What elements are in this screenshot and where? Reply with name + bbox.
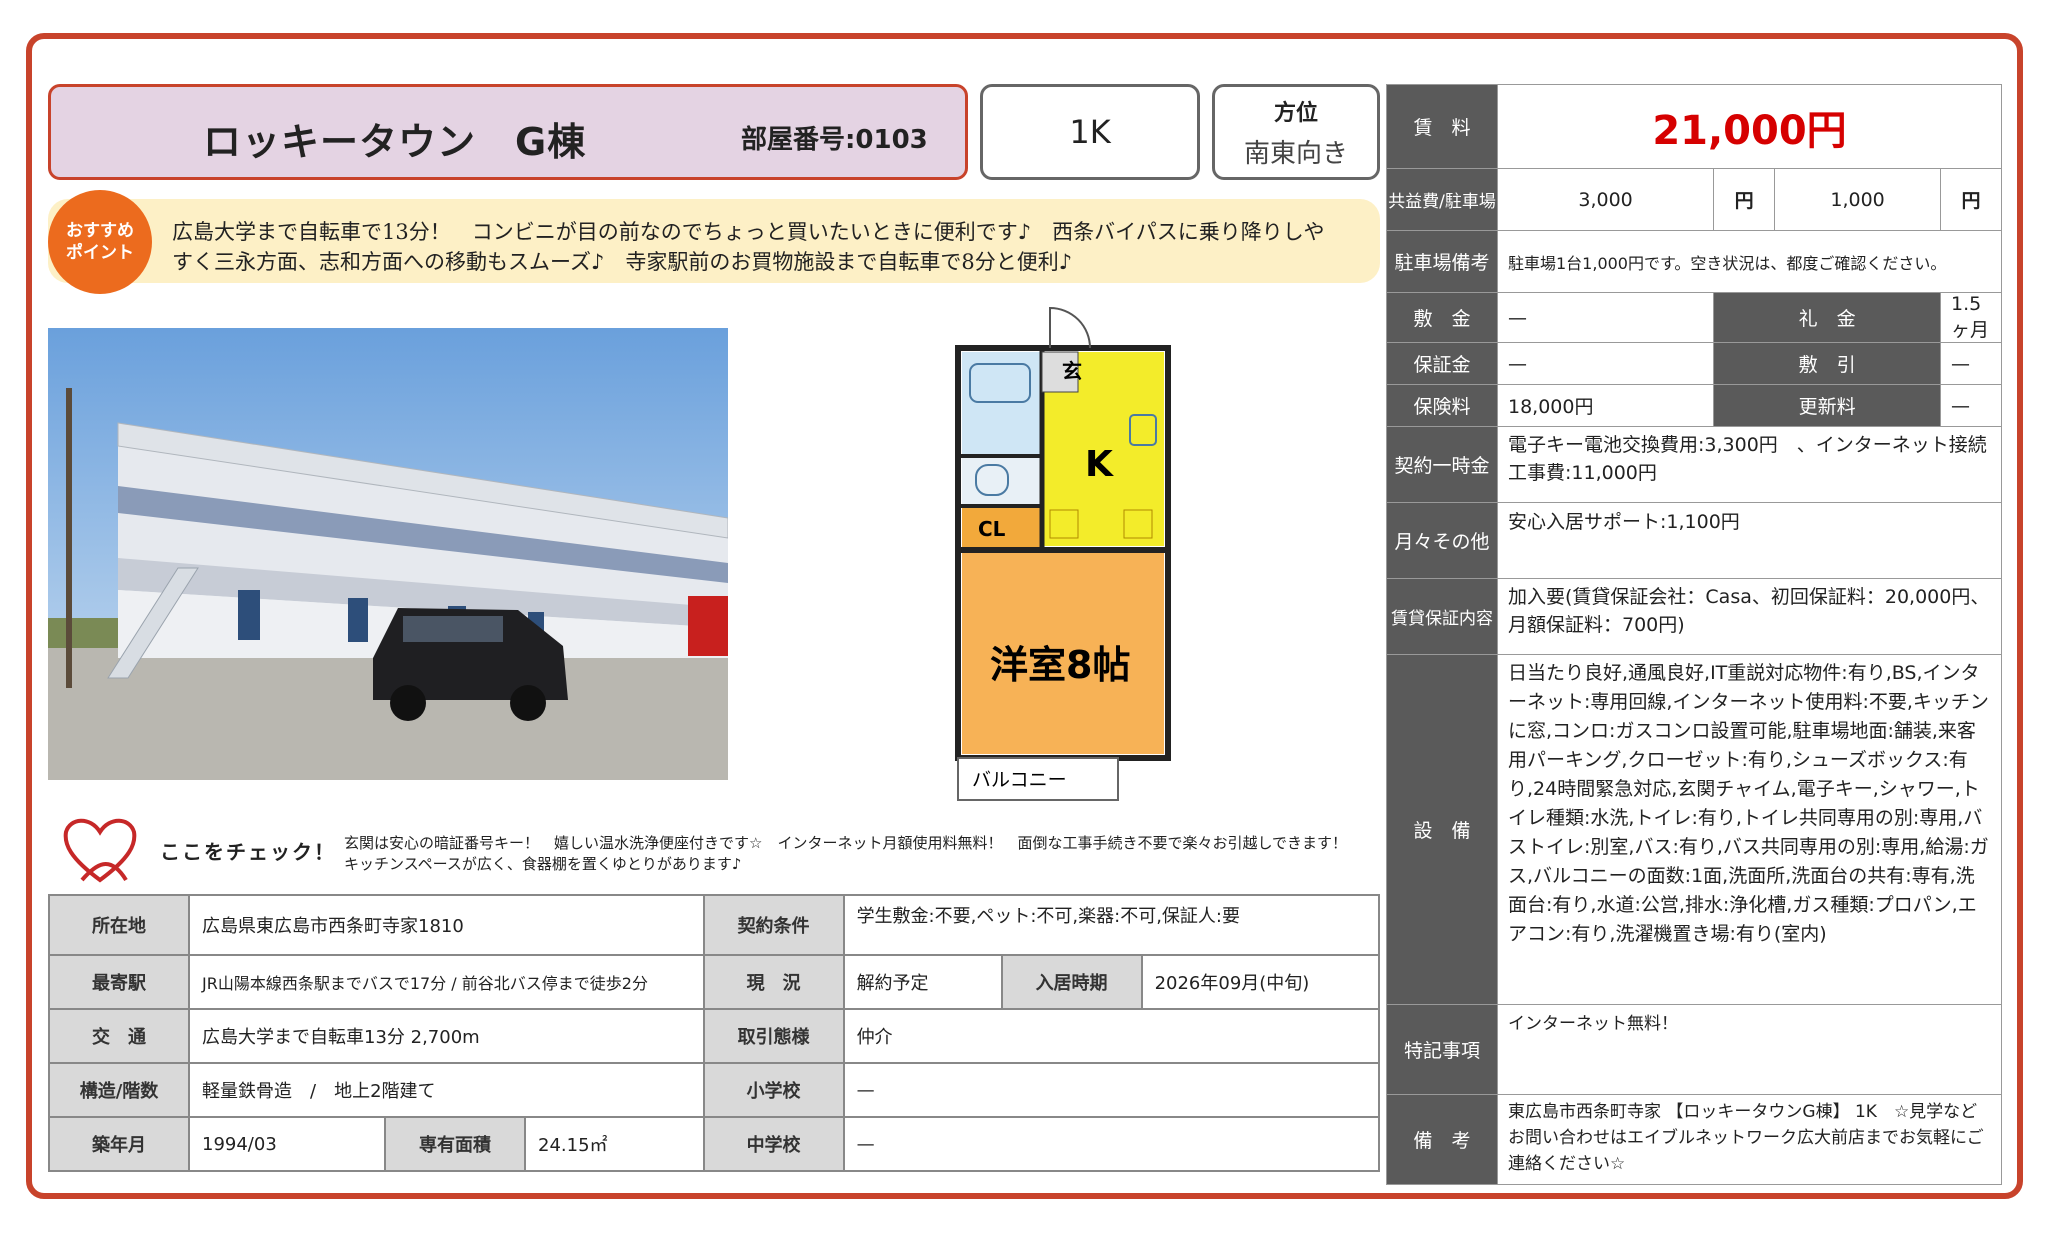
equipment-value: 日当たり良好,通風良好,IT重説対応物件:有り,BS,インターネット:専用回線,… [1497,654,2002,1005]
guarantee-label: 保証金 [1386,342,1498,385]
structure-label: 構造/階数 [48,1062,190,1118]
key-money-value: 1.5ヶ月 [1940,292,2002,343]
building-name: ロッキータウン G棟 [203,120,587,164]
fp-closet: CL [978,517,1006,541]
monthly-value: 安心入居サポート:1,100円 [1497,502,2002,579]
remarks-value: 東広島市西条町寺家 【ロッキータウンG棟】 1K ☆見学などお問い合わせはエイブ… [1497,1094,2002,1185]
deposit-value: — [1496,292,1715,343]
junior-value: — [842,1116,1381,1172]
layout-box: 1K [980,84,1200,180]
badge-line1: おすすめ [66,221,134,241]
parking-fee-value: 1,000 [1774,168,1941,231]
fp-entrance: 玄 [1062,359,1082,383]
recommend-badge: おすすめ ポイント [48,190,152,294]
yen-unit-1: 円 [1713,168,1776,231]
onetime-label: 契約一時金 [1386,426,1498,503]
elementary-value: — [842,1062,1381,1118]
area-label: 専有面積 [384,1116,526,1172]
room-number: 部屋番号:0103 [741,125,928,155]
contract-label: 契約条件 [702,894,845,956]
equipment-label: 設 備 [1386,654,1498,1005]
recommend-text: 広島大学まで自転車で13分！ コンビニが目の前なのでちょっと買いたいときに便利で… [172,220,1325,274]
deposit-label: 敷 金 [1386,292,1498,343]
special-value: インターネット無料！ [1497,1004,2002,1095]
station-label: 最寄駅 [48,954,190,1010]
fp-room: 洋室8帖 [990,643,1130,687]
deal-value: 仲介 [842,1008,1381,1064]
deal-label: 取引態様 [702,1008,845,1064]
move-in-value: 2026年09月(中旬) [1140,954,1381,1010]
insurance-value: 18,000円 [1496,384,1715,427]
area-value: 24.15㎡ [524,1116,705,1172]
junior-label: 中学校 [702,1116,845,1172]
direction-label: 方位 [1273,101,1318,126]
contract-value: 学生敷金:不要,ペット:不可,楽器:不可,保証人:要 [842,894,1381,956]
traffic-value: 広島大学まで自転車13分 2,700m [188,1008,705,1064]
onetime-value: 電子キー電池交換費用:3,300円 、インターネット接続工事費:11,000円 [1497,426,2002,503]
renewal-label: 更新料 [1713,384,1941,427]
yen-unit-2: 円 [1940,168,2002,231]
guarantee-value: — [1496,342,1715,385]
station-value: JR山陽本線西条駅までバスで17分 / 前谷北バス停まで徒歩2分 [188,954,705,1010]
monthly-label: 月々その他 [1386,502,1498,579]
address-label: 所在地 [48,894,190,956]
special-label: 特記事項 [1386,1004,1498,1095]
shikibiki-value: — [1940,342,2002,385]
built-value: 1994/03 [188,1116,386,1172]
key-money-label: 礼 金 [1713,292,1941,343]
check-title: ここをチェック！ [160,840,336,864]
direction-value: 南東向き [1243,139,1348,169]
parking-note-label: 駐車場備考 [1386,230,1498,293]
status-label: 現 況 [702,954,845,1010]
parking-note-value: 駐車場1台1,000円です。空き状況は、都度ご確認ください。 [1497,230,2002,293]
traffic-label: 交 通 [48,1008,190,1064]
badge-line2: ポイント [66,243,134,263]
structure-value: 軽量鉄骨造 / 地上2階建て [188,1062,705,1118]
price-table: 賃 料 21,000円 共益費/駐車場 3,000 円 1,000 円 駐車場備… [1386,84,2002,1185]
fee-label: 共益費/駐車場 [1386,168,1498,231]
built-label: 築年月 [48,1116,190,1172]
rent-value: 21,000円 [1497,84,2002,169]
address-value: 広島県東広島市西条町寺家1810 [188,894,705,956]
insurance-label: 保険料 [1386,384,1498,427]
guarantor-value: 加入要(賃貸保証会社：Casa、初回保証料：20,000円、月額保証料：700円… [1497,578,2002,655]
check-section: ここをチェック！ 玄関は安心の暗証番号キー！ 嬉しい温水洗浄便座付きです☆ イン… [48,808,1378,888]
fp-balcony: バルコニー [972,769,1067,791]
property-info-table: 所在地 広島県東広島市西条町寺家1810 契約条件 学生敷金:不要,ペット:不可… [48,894,1381,1172]
floor-plan: 玄 K CL 洋室8帖 バルコニー [955,306,1171,801]
renewal-value: — [1940,384,2002,427]
remarks-label: 備 考 [1386,1094,1498,1185]
layout-value: 1K [1069,113,1111,151]
title-box: ロッキータウン G棟 部屋番号:0103 [48,84,968,180]
check-text: 玄関は安心の暗証番号キー！ 嬉しい温水洗浄便座付きです☆ インターネット月額使用… [344,834,1363,873]
fp-kitchen: K [1085,444,1114,485]
move-in-label: 入居時期 [1000,954,1143,1010]
rent-label: 賃 料 [1386,84,1498,169]
guarantor-label: 賃貸保証内容 [1386,578,1498,655]
direction-box: 方位 南東向き [1212,84,1380,180]
heart-icon [63,818,137,883]
elementary-label: 小学校 [702,1062,845,1118]
shikibiki-label: 敷 引 [1713,342,1941,385]
common-fee-value: 3,000 [1496,168,1715,231]
status-value: 解約予定 [842,954,1003,1010]
building-photo [48,328,728,780]
